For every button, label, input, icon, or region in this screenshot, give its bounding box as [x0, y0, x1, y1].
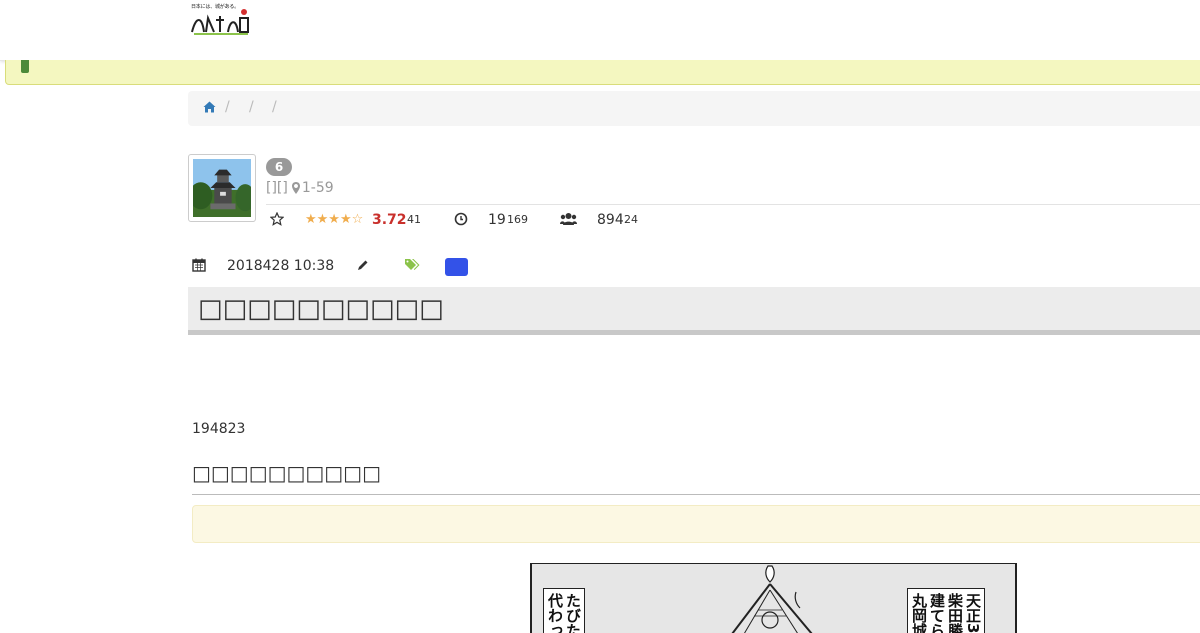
breadcrumb-separator: /	[272, 99, 277, 115]
rating-score: 3.72	[372, 212, 407, 228]
manga-image: たびたび代わって 天正3年柴田勝豊建てられ丸岡城	[530, 563, 1017, 633]
category-chip[interactable]	[445, 258, 468, 276]
castle-thumbnail[interactable]	[188, 154, 256, 222]
notice-marker	[21, 60, 29, 73]
speech-text: 建てられ	[928, 593, 946, 633]
speech-text: 柴田勝豊	[946, 593, 964, 633]
speech-text: 代わって	[546, 593, 564, 633]
note-box	[192, 505, 1200, 543]
breadcrumb: / / /	[188, 91, 1200, 126]
castle-photo-icon	[193, 159, 251, 217]
rating-count: 41	[407, 213, 421, 226]
castle-name[interactable]: [][]	[266, 180, 288, 196]
speech-bubble-left: たびたび代わって	[543, 588, 585, 633]
site-logo[interactable]: 日本には、城がある。	[190, 2, 252, 36]
edit-pencil-icon[interactable]	[357, 256, 369, 276]
logo-tagline: 日本には、城がある。	[191, 4, 240, 10]
visit-sub-count: 169	[507, 213, 528, 226]
tags-icon[interactable]	[404, 256, 420, 276]
article-date: 2018428 10:38	[227, 258, 335, 274]
article-title-box: □□□□□□□□□□	[188, 287, 1200, 335]
follower-sub-count: 24	[624, 213, 638, 226]
article-title: □□□□□□□□□□	[198, 294, 444, 324]
castle-number-badge: 6	[266, 158, 292, 176]
speech-text: 天正3年	[964, 593, 982, 633]
clock-icon	[454, 210, 468, 230]
map-pin-icon	[291, 182, 300, 198]
speech-text: たびたび	[564, 593, 582, 633]
breadcrumb-separator: /	[225, 99, 230, 115]
notice-bar	[5, 60, 1200, 85]
follower-count: 894	[597, 212, 624, 228]
visit-count: 19	[488, 212, 506, 228]
breadcrumb-separator: /	[249, 99, 254, 115]
site-header: 日本には、城がある。	[0, 0, 1200, 61]
speech-bubble-right: 天正3年柴田勝豊建てられ丸岡城	[907, 588, 985, 633]
section-divider	[192, 494, 1200, 495]
rating-stars: ★★★★☆	[305, 212, 364, 227]
section-heading: □□□□□□□□□□	[192, 461, 381, 485]
castle-name-line: [][] 1-59	[266, 180, 334, 198]
home-icon[interactable]	[203, 101, 216, 117]
castle-address: 1-59	[301, 180, 334, 196]
users-icon	[560, 210, 577, 230]
divider	[266, 204, 1200, 205]
article-body-text: 194823	[192, 421, 246, 437]
calendar-icon	[192, 256, 206, 276]
speech-text: 丸岡城	[910, 593, 928, 633]
star-outline-icon[interactable]	[269, 210, 285, 230]
